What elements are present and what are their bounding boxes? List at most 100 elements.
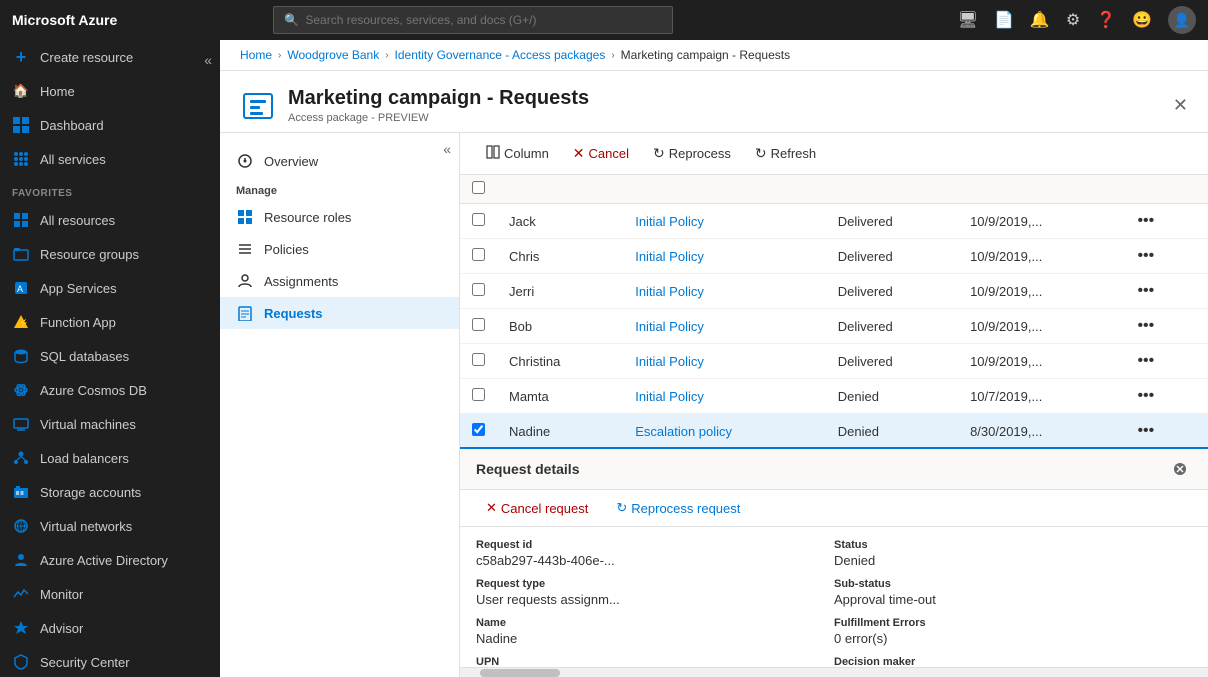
left-panel-item-requests[interactable]: Requests bbox=[220, 297, 459, 329]
sidebar-item-load-balancers[interactable]: Load balancers bbox=[0, 441, 220, 475]
row-more-button[interactable]: ••• bbox=[1131, 420, 1160, 442]
row-more-button[interactable]: ••• bbox=[1131, 315, 1160, 337]
sidebar-item-create-resource[interactable]: + Create resource bbox=[0, 40, 220, 74]
table-row[interactable]: Christina Initial Policy Delivered 10/9/… bbox=[460, 344, 1208, 379]
row-checkbox-cell[interactable] bbox=[460, 379, 497, 414]
reprocess-button[interactable]: ↻ Reprocess bbox=[643, 141, 741, 166]
function-app-icon: ⚡ bbox=[12, 313, 30, 331]
left-panel-item-overview[interactable]: Overview bbox=[220, 145, 459, 177]
left-panel-item-policies[interactable]: Policies bbox=[220, 233, 459, 265]
sidebar-item-cosmos-db[interactable]: Azure Cosmos DB bbox=[0, 373, 220, 407]
breadcrumb-identity-governance[interactable]: Identity Governance - Access packages bbox=[395, 48, 606, 62]
row-more-button[interactable]: ••• bbox=[1131, 245, 1160, 267]
row-checkbox-cell[interactable] bbox=[460, 239, 497, 274]
row-more-button[interactable]: ••• bbox=[1131, 350, 1160, 372]
sidebar-item-function-app[interactable]: ⚡ Function App bbox=[0, 305, 220, 339]
search-input[interactable] bbox=[305, 13, 662, 27]
requests-table-container[interactable]: Jack Initial Policy Delivered 10/9/2019,… bbox=[460, 175, 1208, 447]
nav-icons: 🖥 📄 🔔 ⚙ ❓ 😀 👤 bbox=[958, 6, 1196, 34]
table-row[interactable]: Nadine Escalation policy Denied 8/30/201… bbox=[460, 414, 1208, 448]
sidebar-item-storage-accounts[interactable]: Storage accounts bbox=[0, 475, 220, 509]
cloud-shell-icon[interactable]: 🖥 bbox=[958, 10, 978, 30]
page-header: Marketing campaign - Requests Access pac… bbox=[220, 71, 1208, 133]
row-checkbox-cell[interactable] bbox=[460, 204, 497, 239]
row-checkbox-cell[interactable] bbox=[460, 309, 497, 344]
row-actions[interactable]: ••• bbox=[1119, 309, 1208, 344]
sidebar-item-app-services[interactable]: A App Services bbox=[0, 271, 220, 305]
sidebar-item-security-center[interactable]: Security Center bbox=[0, 645, 220, 677]
row-policy[interactable]: Initial Policy bbox=[623, 344, 826, 379]
sidebar-item-virtual-machines[interactable]: Virtual machines bbox=[0, 407, 220, 441]
select-all-header[interactable] bbox=[460, 175, 497, 204]
row-checkbox[interactable] bbox=[472, 353, 485, 366]
sidebar-item-all-resources[interactable]: All resources bbox=[0, 203, 220, 237]
refresh-button[interactable]: ↻ Refresh bbox=[745, 141, 826, 166]
row-checkbox[interactable] bbox=[472, 318, 485, 331]
row-policy[interactable]: Initial Policy bbox=[623, 379, 826, 414]
table-row[interactable]: Mamta Initial Policy Denied 10/7/2019,..… bbox=[460, 379, 1208, 414]
feedback-icon[interactable]: 😀 bbox=[1132, 10, 1152, 30]
sidebar-item-resource-groups[interactable]: Resource groups bbox=[0, 237, 220, 271]
horizontal-scrollbar[interactable] bbox=[460, 667, 1208, 677]
row-checkbox-cell[interactable] bbox=[460, 414, 497, 448]
avatar[interactable]: 👤 bbox=[1168, 6, 1196, 34]
column-button[interactable]: Column bbox=[476, 141, 559, 166]
row-more-button[interactable]: ••• bbox=[1131, 385, 1160, 407]
virtual-machines-icon bbox=[12, 415, 30, 433]
row-actions[interactable]: ••• bbox=[1119, 274, 1208, 309]
reprocess-label: Reprocess bbox=[669, 146, 731, 161]
row-checkbox[interactable] bbox=[472, 248, 485, 261]
row-actions[interactable]: ••• bbox=[1119, 414, 1208, 448]
table-row[interactable]: Jerri Initial Policy Delivered 10/9/2019… bbox=[460, 274, 1208, 309]
cosmos-db-icon bbox=[12, 381, 30, 399]
row-actions[interactable]: ••• bbox=[1119, 204, 1208, 239]
notifications-icon[interactable]: 🔔 bbox=[1030, 10, 1050, 30]
page-icon bbox=[240, 88, 276, 124]
row-actions[interactable]: ••• bbox=[1119, 379, 1208, 414]
row-policy[interactable]: Escalation policy bbox=[623, 414, 826, 448]
page-close-button[interactable]: ✕ bbox=[1173, 95, 1188, 116]
sidebar-item-dashboard[interactable]: Dashboard bbox=[0, 108, 220, 142]
breadcrumb-woodgrove[interactable]: Woodgrove Bank bbox=[287, 48, 379, 62]
left-panel-collapse-button[interactable]: « bbox=[443, 141, 451, 157]
row-checkbox-cell[interactable] bbox=[460, 344, 497, 379]
sidebar-item-virtual-networks[interactable]: Virtual networks bbox=[0, 509, 220, 543]
table-row[interactable]: Chris Initial Policy Delivered 10/9/2019… bbox=[460, 239, 1208, 274]
left-panel-item-assignments[interactable]: Assignments bbox=[220, 265, 459, 297]
sidebar-item-monitor[interactable]: Monitor bbox=[0, 577, 220, 611]
row-checkbox[interactable] bbox=[472, 388, 485, 401]
row-actions[interactable]: ••• bbox=[1119, 239, 1208, 274]
table-row[interactable]: Jack Initial Policy Delivered 10/9/2019,… bbox=[460, 204, 1208, 239]
row-more-button[interactable]: ••• bbox=[1131, 280, 1160, 302]
row-checkbox-cell[interactable] bbox=[460, 274, 497, 309]
directory-icon[interactable]: 📄 bbox=[994, 10, 1014, 30]
row-checkbox[interactable] bbox=[472, 423, 485, 436]
row-checkbox[interactable] bbox=[472, 213, 485, 226]
row-actions[interactable]: ••• bbox=[1119, 344, 1208, 379]
table-row[interactable]: Bob Initial Policy Delivered 10/9/2019,.… bbox=[460, 309, 1208, 344]
row-policy[interactable]: Initial Policy bbox=[623, 204, 826, 239]
sidebar: « + Create resource 🏠 Home Dashboard All… bbox=[0, 40, 220, 677]
two-panel: « Overview Manage Resource roles bbox=[220, 133, 1208, 677]
sidebar-item-azure-active-directory[interactable]: Azure Active Directory bbox=[0, 543, 220, 577]
row-policy[interactable]: Initial Policy bbox=[623, 309, 826, 344]
cancel-button[interactable]: ✕ Cancel bbox=[563, 141, 639, 166]
request-details-close-button[interactable] bbox=[1168, 457, 1192, 481]
left-panel-item-resource-roles[interactable]: Resource roles bbox=[220, 201, 459, 233]
sidebar-item-all-services[interactable]: All services bbox=[0, 142, 220, 176]
help-icon[interactable]: ❓ bbox=[1096, 10, 1116, 30]
sidebar-item-home[interactable]: 🏠 Home bbox=[0, 74, 220, 108]
reprocess-request-button[interactable]: ↻ Reprocess request bbox=[606, 496, 750, 520]
search-box[interactable]: 🔍 bbox=[273, 6, 673, 34]
settings-icon[interactable]: ⚙ bbox=[1066, 10, 1080, 30]
row-more-button[interactable]: ••• bbox=[1131, 210, 1160, 232]
sidebar-item-advisor[interactable]: Advisor bbox=[0, 611, 220, 645]
row-policy[interactable]: Initial Policy bbox=[623, 239, 826, 274]
row-policy[interactable]: Initial Policy bbox=[623, 274, 826, 309]
cancel-request-button[interactable]: ✕ Cancel request bbox=[476, 496, 598, 520]
select-all-checkbox[interactable] bbox=[472, 181, 485, 194]
breadcrumb-home[interactable]: Home bbox=[240, 48, 272, 62]
row-checkbox[interactable] bbox=[472, 283, 485, 296]
sidebar-item-sql-databases[interactable]: SQL databases bbox=[0, 339, 220, 373]
sidebar-item-label: Load balancers bbox=[40, 451, 129, 466]
